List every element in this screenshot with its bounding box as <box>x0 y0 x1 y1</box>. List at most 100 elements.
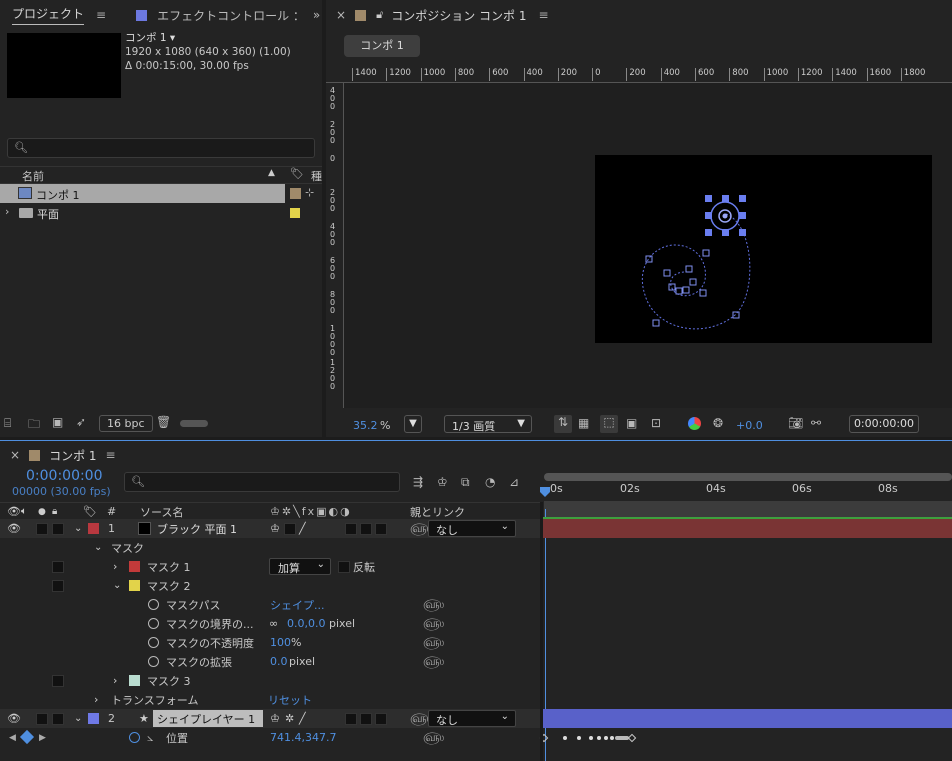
keyframe[interactable] <box>604 736 608 740</box>
chevron-right-icon[interactable]: › <box>113 674 117 687</box>
mask-visibility-icon[interactable]: ⬚ <box>600 415 618 433</box>
folder-label-swatch[interactable] <box>290 208 300 218</box>
keyframe[interactable] <box>589 736 593 740</box>
prop-value[interactable]: 0.0,0.0 <box>287 617 325 630</box>
snapshot-camera-icon[interactable]: 📷︎ <box>788 416 803 430</box>
color-channels-icon[interactable] <box>688 417 701 430</box>
reset-link[interactable]: リセット <box>268 692 312 708</box>
position-row[interactable]: ◀ ▶ ⦣ 位置 741.4,347.7 ௵ <box>0 728 540 747</box>
add-keyframe-icon[interactable] <box>19 729 35 745</box>
switch-box[interactable] <box>345 522 357 535</box>
lock-icon[interactable]: 🔒︎ <box>52 506 57 517</box>
bpc-button[interactable]: 16 bpc <box>99 415 153 432</box>
menu-icon[interactable]: ≡ <box>106 448 116 462</box>
spiral-mask-path[interactable] <box>595 155 932 343</box>
switch-box[interactable] <box>345 712 357 725</box>
col-parent-label[interactable]: 親とリンク <box>410 504 465 520</box>
mask2-label[interactable]: マスク 2 <box>147 578 191 594</box>
tab-project[interactable]: プロジェクト <box>12 5 85 25</box>
chevron-down-icon[interactable]: ⌄ <box>113 580 121 591</box>
fast-preview-icon[interactable]: ⇅ <box>554 415 572 433</box>
project-item-comp[interactable]: コンポ 1 <box>0 184 285 203</box>
region-of-interest-icon[interactable]: ▣ <box>626 416 637 430</box>
stopwatch-icon[interactable] <box>148 618 159 629</box>
mask-row[interactable]: › マスク 3 <box>0 671 540 690</box>
audio-icon[interactable]: 🔈︎ <box>21 506 27 517</box>
graph-icon[interactable]: ⦣ <box>147 731 153 745</box>
stopwatch-icon[interactable] <box>129 732 140 743</box>
frame-blending-icon[interactable]: ⧉ <box>461 475 470 490</box>
layer-name-selected[interactable]: シェイプレイヤー 1 <box>153 710 263 727</box>
project-item-folder[interactable]: › 平面 <box>0 203 285 222</box>
chevron-down-icon[interactable]: ⌄ <box>94 542 102 553</box>
render-queue-icon[interactable]: ➶ <box>76 415 86 429</box>
mask1-swatch[interactable] <box>129 561 140 572</box>
layer-name[interactable]: ブラック 平面 1 <box>157 521 237 537</box>
prop-value[interactable]: シェイプ... <box>270 597 325 613</box>
prev-keyframe-icon[interactable]: ◀ <box>9 733 16 743</box>
shy-switch-icon[interactable]: ♔ <box>270 712 280 725</box>
layer-label-swatch[interactable] <box>88 523 99 534</box>
interpret-footage-icon[interactable]: ⌸ <box>4 416 11 431</box>
close-icon[interactable]: × <box>10 448 20 462</box>
thumbnail-slider[interactable] <box>180 420 208 427</box>
switch-box[interactable] <box>360 522 372 535</box>
comp-frame[interactable] <box>595 155 932 343</box>
keyframe[interactable] <box>610 736 614 740</box>
switches-icons[interactable]: ♔✲╲fx▣◐◑ <box>270 505 352 518</box>
pickwhip-icon[interactable]: ௵ <box>423 654 444 670</box>
prop-value[interactable]: 100 <box>270 636 291 649</box>
switch-box[interactable] <box>375 522 387 535</box>
chevron-right-icon[interactable]: › <box>94 693 98 706</box>
comp-label-swatch[interactable] <box>290 188 301 199</box>
shy-layers-icon[interactable]: ♔ <box>437 475 448 489</box>
visibility-icon[interactable]: 👁︎ <box>7 505 21 518</box>
quality-switch-icon[interactable]: ╱ <box>299 522 306 535</box>
layer-label-swatch[interactable] <box>88 713 99 724</box>
pickwhip-icon[interactable]: ௵ <box>423 616 444 632</box>
link-icon[interactable]: ∞ <box>269 617 278 630</box>
keyframe[interactable] <box>577 736 581 740</box>
lock-icon[interactable]: 🔓︎ <box>376 8 383 22</box>
time-ruler[interactable]: 0s 02s 04s 06s 08s <box>538 471 952 519</box>
lock-checkbox[interactable] <box>52 522 64 535</box>
prop-row[interactable]: マスクの不透明度 100 % ௵ <box>0 633 540 652</box>
prop-row[interactable]: マスクの境界の... ∞ 0.0,0.0 pixel ௵ <box>0 614 540 633</box>
visibility-icon[interactable]: 👁︎ <box>7 522 21 535</box>
pickwhip-icon[interactable]: ௵ <box>423 635 444 651</box>
collapse-switch-icon[interactable]: ✲ <box>285 712 294 725</box>
pickwhip-icon[interactable]: ௵ <box>423 730 444 746</box>
prop-row[interactable]: マスクの拡張 0.0 pixel ௵ <box>0 652 540 671</box>
viewer-timecode[interactable]: 0:00:00:00 <box>849 415 919 433</box>
invert-checkbox[interactable] <box>338 560 350 573</box>
lock-checkbox[interactable] <box>52 712 64 725</box>
lock-checkbox[interactable] <box>52 560 64 573</box>
layer-row[interactable]: 👁︎ ⌄ 1 ブラック 平面 1 ♔ ╱ ௵ なし ⌄ <box>0 519 540 538</box>
grid-guides-icon[interactable]: ⊡ <box>651 416 661 430</box>
transparency-grid-icon[interactable]: ▦ <box>578 416 589 430</box>
timeline-search-input[interactable]: 🔍︎ <box>124 472 400 492</box>
new-comp-icon[interactable]: ▣ <box>52 415 63 429</box>
keyframe[interactable] <box>597 736 601 740</box>
menu-icon[interactable]: ≡ <box>538 8 548 22</box>
mask-mode-dropdown[interactable]: 加算 ⌄ <box>269 558 331 575</box>
playhead[interactable] <box>540 487 550 497</box>
flowchart-icon[interactable]: ⊹ <box>305 186 314 199</box>
stopwatch-icon[interactable] <box>148 637 159 648</box>
current-time[interactable]: 0:00:00:00 <box>26 468 103 484</box>
expand-panels-icon[interactable]: » <box>313 8 320 22</box>
layer-bar-solid[interactable] <box>543 519 952 538</box>
mask-group-row[interactable]: ⌄ マスク <box>0 538 540 557</box>
comp-viewer[interactable] <box>344 83 952 408</box>
layer-row[interactable]: 👁︎ ⌄ 2 ★ シェイプレイヤー 1 ♔ ✲ ╱ ௵ なし ⌄ <box>0 709 540 728</box>
lock-checkbox[interactable] <box>52 674 64 687</box>
solo-icon[interactable]: ● <box>38 507 46 517</box>
label-tag-icon[interactable]: 🏷︎ <box>83 505 97 518</box>
visibility-icon[interactable]: 👁︎ <box>7 712 21 725</box>
position-value[interactable]: 741.4,347.7 <box>270 731 336 744</box>
solo-checkbox[interactable] <box>36 522 48 535</box>
stopwatch-icon[interactable] <box>148 656 159 667</box>
switch-box[interactable] <box>375 712 387 725</box>
col-type-label[interactable]: 種 <box>311 168 322 184</box>
graph-editor-icon[interactable]: ⊿ <box>509 475 519 489</box>
